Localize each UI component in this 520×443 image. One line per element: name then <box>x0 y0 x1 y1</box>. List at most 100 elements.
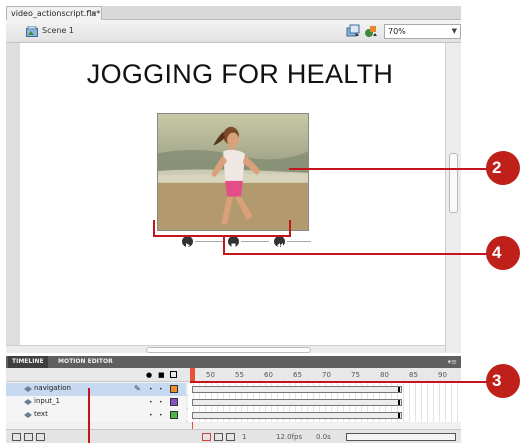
frame-rate[interactable]: 12.0fps <box>276 433 302 441</box>
visibility-toggle[interactable]: • <box>149 386 153 393</box>
layer-row-navigation[interactable]: navigation ✎ • • <box>6 383 461 396</box>
callout-bracket-left <box>153 220 155 236</box>
layer-frames[interactable] <box>188 383 461 396</box>
frame-number: 65 <box>293 371 302 379</box>
center-frame-icon[interactable] <box>202 433 211 441</box>
video-controls <box>176 235 316 249</box>
layer-info: navigation ✎ • • <box>6 383 186 396</box>
visibility-toggle[interactable]: • <box>149 399 153 406</box>
close-icon[interactable]: × <box>90 7 97 20</box>
lock-toggle[interactable]: • <box>159 399 163 406</box>
zoom-dropdown[interactable]: 70% ▼ <box>384 24 461 39</box>
layer-row-text[interactable]: text • • <box>6 409 461 422</box>
timeline-footer: 1 12.0fps 0.0s <box>6 429 461 443</box>
lock-toggle[interactable]: • <box>159 386 163 393</box>
horizontal-scrollbar[interactable] <box>6 345 445 353</box>
layer-name: input_1 <box>34 397 60 405</box>
vertical-scrollbar[interactable] <box>445 43 461 353</box>
outline-color-box[interactable] <box>170 398 178 406</box>
stage[interactable]: JOGGING FOR HEALTH <box>20 43 445 353</box>
new-layer-icon[interactable] <box>12 433 21 441</box>
callout-badge-3: 3 <box>486 364 520 398</box>
panel-tab-bar: TIMELINE MOTION EDITOR ▾≡ <box>6 356 461 368</box>
layer-name: text <box>34 410 48 418</box>
callout-line-2 <box>289 168 489 170</box>
layer-frames[interactable] <box>188 396 461 409</box>
play-icon <box>186 243 190 248</box>
new-folder-icon[interactable] <box>24 433 33 441</box>
layer-icon <box>24 386 32 392</box>
controls-divider <box>241 241 269 242</box>
zoom-value: 70% <box>388 27 406 36</box>
layer-icon <box>24 399 32 405</box>
callout-badge-2: 2 <box>486 151 520 185</box>
onion-outlines-icon[interactable] <box>226 433 235 441</box>
outline-all-icon[interactable] <box>170 371 177 378</box>
timeline-header: ● ■ 50 55 60 65 70 75 80 85 90 <box>6 368 461 382</box>
delete-layer-icon[interactable] <box>36 433 45 441</box>
callout-bracket-bottom <box>153 235 291 237</box>
edit-symbols-icon[interactable] <box>364 24 378 38</box>
playhead[interactable] <box>190 368 195 382</box>
controls-divider <box>195 241 223 242</box>
panel-menu-icon[interactable]: ▾≡ <box>448 356 457 368</box>
frame-number: 50 <box>206 371 215 379</box>
stage-title: JOGGING FOR HEALTH <box>86 59 394 89</box>
layer-info: text • • <box>6 409 186 422</box>
scene-label[interactable]: Scene 1 <box>42 26 74 35</box>
rewind-icon <box>277 243 283 248</box>
layer-name: navigation <box>34 384 71 392</box>
vertical-scroll-thumb[interactable] <box>449 153 458 213</box>
callout-bracket-right <box>289 220 291 236</box>
frame-number: 60 <box>264 371 273 379</box>
frame-number: 70 <box>322 371 331 379</box>
frame-number: 55 <box>235 371 244 379</box>
tween-span[interactable] <box>192 412 402 419</box>
timeline-horizontal-scrollbar[interactable] <box>346 433 456 441</box>
stage-area: JOGGING FOR HEALTH <box>6 43 461 353</box>
callout-line-3 <box>190 381 489 383</box>
callout-badge-4: 4 <box>486 236 520 270</box>
layer-frames[interactable] <box>188 409 461 422</box>
rewind-button[interactable] <box>274 236 285 248</box>
frame-number: 90 <box>438 371 447 379</box>
frame-number: 75 <box>351 371 360 379</box>
frame-number: 85 <box>409 371 418 379</box>
lock-toggle[interactable]: • <box>159 412 163 419</box>
scene-icon <box>26 26 38 37</box>
callout-line-layer <box>88 388 90 443</box>
flash-authoring-window: video_actionscript.fla* × Scene 1 70% ▼ <box>0 0 520 443</box>
keyframe[interactable] <box>398 413 400 418</box>
timeline-panel: ● ■ 50 55 60 65 70 75 80 85 90 navigation ✎ • • <box>6 368 461 443</box>
callout-line-4 <box>223 253 489 255</box>
visibility-toggle[interactable]: • <box>149 412 153 419</box>
elapsed-time: 0.0s <box>316 433 331 441</box>
lock-all-icon[interactable]: ■ <box>158 371 165 379</box>
layer-info: input_1 • • <box>6 396 186 409</box>
outline-color-box[interactable] <box>170 411 178 419</box>
onion-skin-icon[interactable] <box>214 433 223 441</box>
controls-divider <box>287 241 311 242</box>
keyframe[interactable] <box>398 387 400 392</box>
video-frame-jogger[interactable] <box>157 113 309 231</box>
tab-motion-editor[interactable]: MOTION EDITOR <box>54 356 117 368</box>
outline-color-box[interactable] <box>170 385 178 393</box>
layer-row-input-1[interactable]: input_1 • • <box>6 396 461 409</box>
stop-button[interactable] <box>228 236 239 248</box>
tab-timeline[interactable]: TIMELINE <box>8 356 48 368</box>
pencil-icon: ✎ <box>134 384 141 393</box>
play-button[interactable] <box>182 236 193 248</box>
horizontal-scroll-thumb[interactable] <box>146 347 311 353</box>
tween-span[interactable] <box>192 399 402 406</box>
current-frame: 1 <box>242 433 247 441</box>
keyframe[interactable] <box>398 400 400 405</box>
frame-number: 80 <box>380 371 389 379</box>
document-tab[interactable]: video_actionscript.fla* × <box>6 6 102 20</box>
document-tab-label: video_actionscript.fla* <box>11 9 101 18</box>
stop-icon <box>231 243 236 248</box>
tween-span[interactable] <box>192 386 402 393</box>
edit-scene-icon[interactable] <box>346 24 360 38</box>
edit-bar: Scene 1 70% ▼ <box>6 20 461 43</box>
document-tab-bar: video_actionscript.fla* × <box>6 6 461 20</box>
show-hide-all-icon[interactable]: ● <box>146 371 152 379</box>
